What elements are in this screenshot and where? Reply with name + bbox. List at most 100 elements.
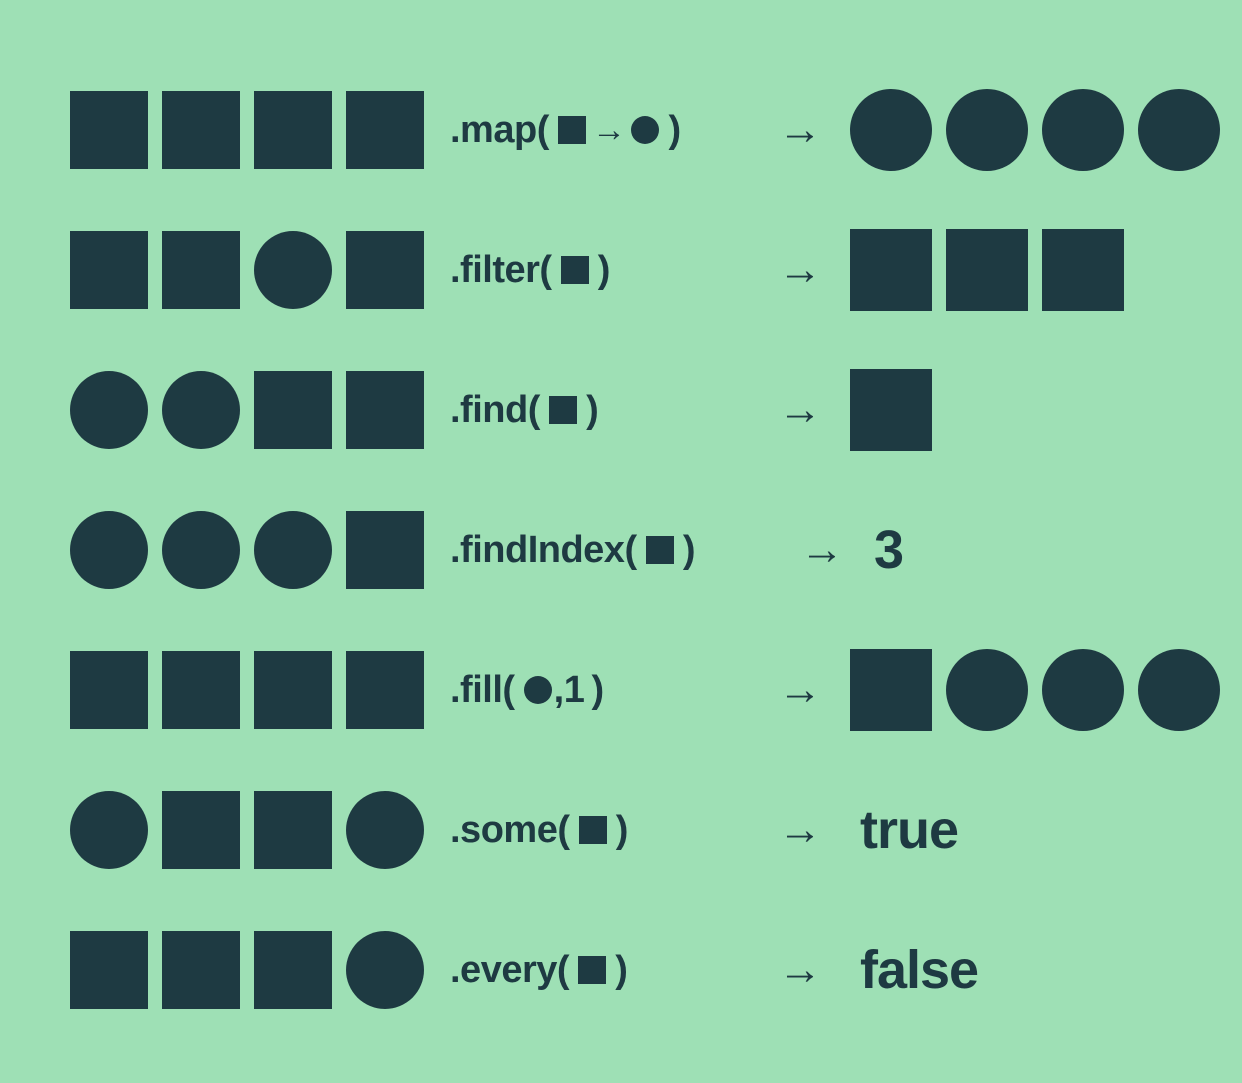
circle-icon [70, 511, 148, 589]
input-array [70, 91, 430, 169]
output-text: false [850, 939, 978, 1001]
method-close-paren: ) [676, 529, 695, 572]
method-close-paren: ) [661, 109, 680, 152]
circle-icon [70, 791, 148, 869]
input-array [70, 931, 430, 1009]
method-label: .fill( ,1 ) [430, 669, 604, 712]
arrow-icon: → [800, 525, 854, 575]
input-array [70, 511, 430, 589]
square-icon [254, 931, 332, 1009]
method-row: .every( ) →false [70, 930, 1172, 1010]
square-icon [70, 931, 148, 1009]
arrow-icon: → [760, 805, 840, 855]
output [840, 229, 1124, 311]
square-icon [346, 371, 424, 449]
method-name: .find( [450, 389, 547, 432]
method-name: .findIndex( [450, 529, 644, 572]
method-block: .find( ) [430, 389, 760, 432]
square-icon [850, 369, 932, 451]
square-icon [561, 256, 589, 284]
square-icon [70, 231, 148, 309]
arrow-icon: → [760, 245, 840, 295]
input-array [70, 651, 430, 729]
circle-icon [162, 371, 240, 449]
square-icon [346, 91, 424, 169]
method-arg-text: ,1 [554, 669, 585, 712]
circle-icon [254, 231, 332, 309]
method-close-paren: ) [579, 389, 598, 432]
method-row: .map( → )→ [70, 90, 1172, 170]
output [840, 89, 1220, 171]
square-icon [254, 651, 332, 729]
method-name: .filter( [450, 249, 559, 292]
method-block: .every( ) [430, 949, 760, 992]
method-label: .find( ) [430, 389, 598, 432]
input-array [70, 791, 430, 869]
arrow-icon: → [760, 945, 840, 995]
output [840, 369, 932, 451]
method-block: .filter( ) [430, 249, 760, 292]
square-icon [850, 649, 932, 731]
circle-icon [346, 931, 424, 1009]
output-text: true [850, 799, 958, 861]
method-close-paren: ) [584, 669, 603, 712]
method-close-paren: ) [591, 249, 610, 292]
output: 3 [854, 519, 903, 581]
method-label: .some( ) [430, 809, 628, 852]
square-icon [1042, 229, 1124, 311]
square-icon [946, 229, 1028, 311]
method-label: .map( → ) [430, 109, 681, 152]
method-row: .filter( ) → [70, 230, 1172, 310]
square-icon [558, 116, 586, 144]
method-name: .map( [450, 109, 556, 152]
circle-icon [162, 511, 240, 589]
square-icon [254, 791, 332, 869]
square-icon [162, 791, 240, 869]
arrow-icon: → [760, 105, 840, 155]
square-icon [70, 91, 148, 169]
method-row: .some( ) →true [70, 790, 1172, 870]
circle-icon [1042, 89, 1124, 171]
method-block: .some( ) [430, 809, 760, 852]
method-name: .every( [450, 949, 576, 992]
circle-icon [70, 371, 148, 449]
arrow-icon: → [588, 111, 630, 150]
output-text: 3 [864, 519, 903, 581]
square-icon [578, 956, 606, 984]
circle-icon [946, 649, 1028, 731]
method-name: .some( [450, 809, 577, 852]
method-row: .find( ) → [70, 370, 1172, 450]
method-label: .every( ) [430, 949, 627, 992]
square-icon [162, 931, 240, 1009]
circle-icon [850, 89, 932, 171]
method-row: .findIndex( ) →3 [70, 510, 1172, 590]
method-label: .filter( ) [430, 249, 610, 292]
square-icon [162, 231, 240, 309]
square-icon [549, 396, 577, 424]
circle-icon [346, 791, 424, 869]
arrow-icon: → [760, 385, 840, 435]
circle-icon [946, 89, 1028, 171]
square-icon [346, 651, 424, 729]
input-array [70, 231, 430, 309]
method-close-paren: ) [608, 949, 627, 992]
circle-icon [1138, 649, 1220, 731]
output: false [840, 939, 978, 1001]
square-icon [579, 816, 607, 844]
method-close-paren: ) [609, 809, 628, 852]
circle-icon [1042, 649, 1124, 731]
arrow-icon: → [760, 665, 840, 715]
method-block: .fill( ,1 ) [430, 669, 760, 712]
method-block: .map( → ) [430, 109, 760, 152]
output: true [840, 799, 958, 861]
circle-icon [254, 511, 332, 589]
method-name: .fill( [450, 669, 522, 712]
square-icon [162, 91, 240, 169]
circle-icon [631, 116, 659, 144]
square-icon [346, 231, 424, 309]
circle-icon [524, 676, 552, 704]
output [840, 649, 1220, 731]
square-icon [850, 229, 932, 311]
method-row: .fill( ,1 ) → [70, 650, 1172, 730]
square-icon [346, 511, 424, 589]
